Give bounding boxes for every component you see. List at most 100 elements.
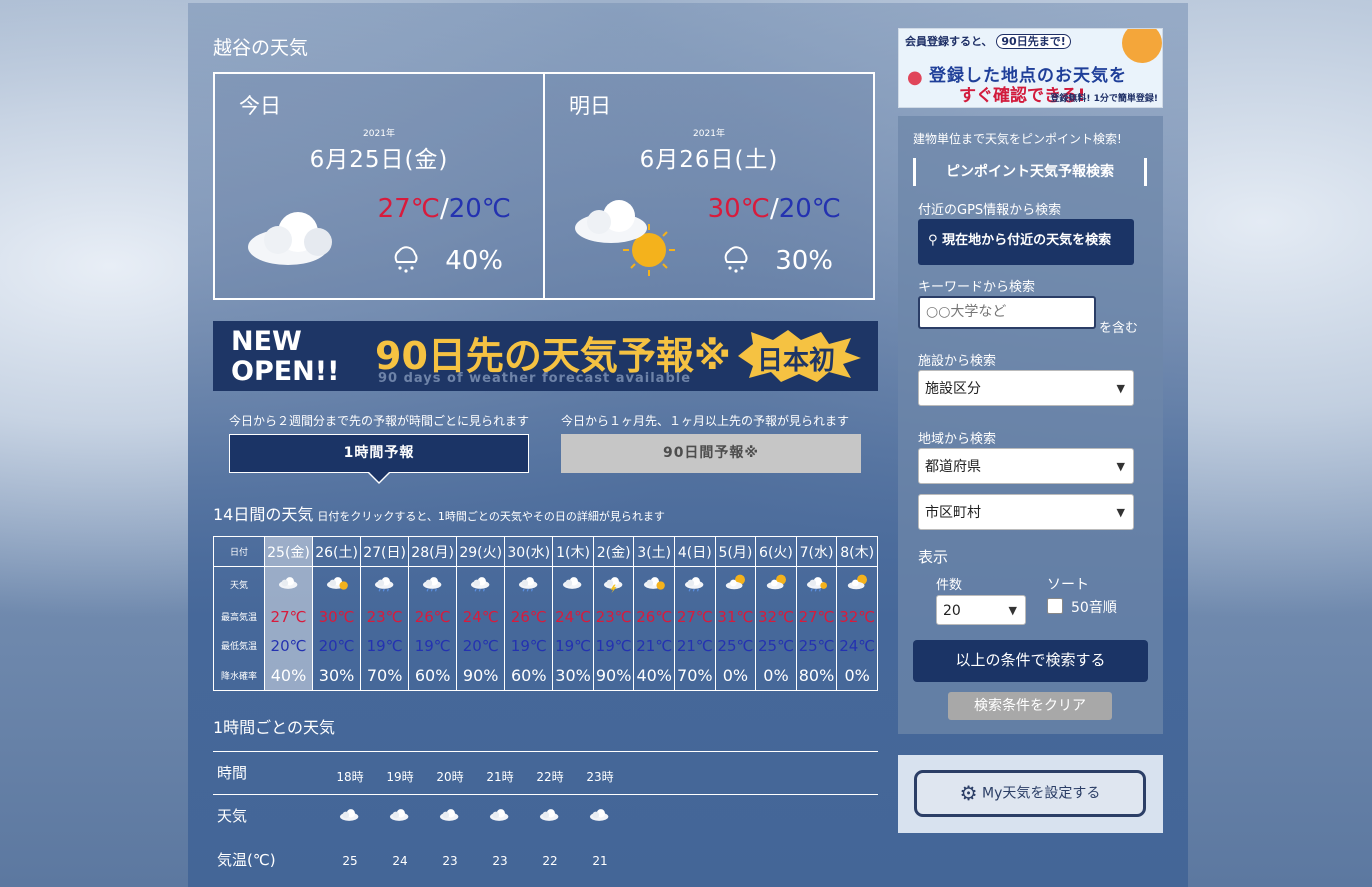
day-low-cell[interactable]: 19℃ (360, 630, 410, 661)
day-weather-cell[interactable] (714, 566, 757, 603)
city-select[interactable]: 市区町村 ▼ (918, 494, 1134, 530)
day-rain-cell[interactable]: 90% (456, 660, 506, 691)
day-high-cell[interactable]: 26℃ (408, 602, 458, 631)
day-weather-cell[interactable] (795, 566, 838, 603)
day-date-cell[interactable]: 28(月) (408, 536, 458, 567)
tomorrow-forecast[interactable]: 明日 2021年 6月26日(土) 30℃/20℃ 30% (543, 72, 875, 300)
90day-forecast-banner[interactable]: NEW OPEN!! 90日先の天気予報※ 90 days of weather… (213, 321, 878, 391)
chevron-down-icon: ▼ (1116, 460, 1125, 473)
day-low-cell[interactable]: 19℃ (592, 630, 635, 661)
day-low-cell[interactable]: 25℃ (795, 630, 838, 661)
day-low-cell[interactable]: 19℃ (504, 630, 554, 661)
day-date-cell[interactable]: 2(金) (592, 536, 635, 567)
count-select[interactable]: 20 ▼ (936, 595, 1026, 625)
day-low-cell[interactable]: 20℃ (312, 630, 362, 661)
day-rain-cell[interactable]: 80% (795, 660, 838, 691)
day-weather-cell[interactable] (674, 566, 716, 603)
day-date-cell[interactable]: 25(金) (263, 536, 314, 567)
hourly-table: 時間 18時 19時 20時 21時 22時 23時 天気 気温(℃) 25 24 23 23 2… (213, 751, 878, 879)
day-low-cell[interactable]: 20℃ (263, 630, 314, 661)
day-rain-cell[interactable]: 90% (592, 660, 635, 691)
day-high-cell[interactable]: 31℃ (714, 602, 757, 631)
row-label-weather: 天気 (213, 566, 265, 603)
day-high-cell[interactable]: 24℃ (552, 602, 594, 631)
day-high-cell[interactable]: 26℃ (633, 602, 676, 631)
day-high-cell[interactable]: 23℃ (592, 602, 635, 631)
tab-hourly-forecast[interactable]: 1時間予報 (229, 434, 529, 473)
day-rain-cell[interactable]: 60% (408, 660, 458, 691)
day-weather-cell[interactable] (836, 566, 878, 603)
day-rain-cell[interactable]: 0% (755, 660, 797, 691)
my-weather-label: My天気を設定する (982, 785, 1101, 802)
day-weather-cell[interactable] (592, 566, 635, 603)
day-rain-cell[interactable]: 70% (674, 660, 716, 691)
facility-select[interactable]: 施設区分 ▼ (918, 370, 1134, 406)
day-high-cell[interactable]: 26℃ (504, 602, 554, 631)
day-date-cell[interactable]: 26(土) (312, 536, 362, 567)
day-date-cell[interactable]: 7(水) (795, 536, 838, 567)
day-date-cell[interactable]: 29(火) (456, 536, 506, 567)
day-high-cell[interactable]: 30℃ (312, 602, 362, 631)
day-low-cell[interactable]: 25℃ (714, 630, 757, 661)
day-high-cell[interactable]: 27℃ (263, 602, 314, 631)
day-rain-cell[interactable]: 0% (836, 660, 878, 691)
day-date-cell[interactable]: 8(木) (836, 536, 878, 567)
prefecture-select[interactable]: 都道府県 ▼ (918, 448, 1134, 484)
day-date-cell[interactable]: 27(日) (360, 536, 410, 567)
day-low-cell[interactable]: 21℃ (633, 630, 676, 661)
day-rain-cell[interactable]: 40% (633, 660, 676, 691)
cloudy-icon (563, 576, 582, 589)
day-high-cell[interactable]: 32℃ (755, 602, 797, 631)
day-weather-cell[interactable] (456, 566, 506, 603)
day-low-cell[interactable]: 25℃ (755, 630, 797, 661)
hour-weather-cell (375, 805, 425, 828)
member-signup-ad[interactable]: 会員登録すると、 90日先まで! ● 登録した地点のお天気を すぐ確認できる! … (898, 28, 1163, 108)
keyword-search-input[interactable]: ○○大学など (918, 296, 1096, 329)
day-weather-cell[interactable] (633, 566, 676, 603)
14day-note: 日付をクリックすると、1時間ごとの天気やその日の詳細が見られます (317, 510, 665, 523)
day-low-cell[interactable]: 19℃ (408, 630, 458, 661)
day-rain-cell[interactable]: 40% (263, 660, 314, 691)
day-date-cell[interactable]: 1(木) (552, 536, 594, 567)
search-submit-button[interactable]: 以上の条件で検索する (913, 640, 1148, 682)
tab-90day-forecast[interactable]: 90日間予報※ (561, 434, 861, 473)
day-date-cell[interactable]: 3(土) (633, 536, 676, 567)
today-forecast[interactable]: 今日 2021年 6月25日(金) 27℃/20℃ 40% (213, 72, 545, 300)
day-weather-cell[interactable] (408, 566, 458, 603)
day-high-cell[interactable]: 27℃ (674, 602, 716, 631)
day-low-cell[interactable]: 20℃ (456, 630, 506, 661)
my-weather-button[interactable]: ⚙ My天気を設定する (914, 770, 1146, 817)
count-select-value: 20 (943, 603, 961, 619)
gps-search-button[interactable]: ⚲ 現在地から付近の天気を検索 (918, 219, 1134, 265)
cloudy-icon (248, 212, 332, 265)
day-rain-cell[interactable]: 30% (312, 660, 362, 691)
day-weather-cell[interactable] (360, 566, 410, 603)
day-rain-cell[interactable]: 0% (714, 660, 757, 691)
day-date-cell[interactable]: 5(月) (714, 536, 757, 567)
cloudy-rain-icon (374, 576, 393, 592)
day-weather-cell[interactable] (504, 566, 554, 603)
sort-50on-checkbox[interactable] (1047, 598, 1063, 614)
day-high-cell[interactable]: 23℃ (360, 602, 410, 631)
day-rain-cell[interactable]: 30% (552, 660, 594, 691)
hour-weather-cell (525, 805, 575, 828)
day-weather-cell[interactable] (755, 566, 797, 603)
day-date-cell[interactable]: 6(火) (755, 536, 797, 567)
day-low-cell[interactable]: 21℃ (674, 630, 716, 661)
day-weather-cell[interactable] (552, 566, 594, 603)
hour-temp-cell: 23 (492, 854, 508, 868)
day-rain-cell[interactable]: 70% (360, 660, 410, 691)
day-date-cell[interactable]: 4(日) (674, 536, 716, 567)
day-high-cell[interactable]: 24℃ (456, 602, 506, 631)
day-high-cell[interactable]: 32℃ (836, 602, 878, 631)
day-weather-cell[interactable] (263, 566, 314, 603)
hour-weather-cell (425, 805, 475, 828)
day-weather-cell[interactable] (312, 566, 362, 603)
day-rain-cell[interactable]: 60% (504, 660, 554, 691)
day-low-cell[interactable]: 19℃ (552, 630, 594, 661)
day-date-cell[interactable]: 30(水) (504, 536, 554, 567)
clear-search-button[interactable]: 検索条件をクリア (948, 692, 1112, 720)
day-high-cell[interactable]: 27℃ (795, 602, 838, 631)
sunny-cloudy-icon (766, 574, 786, 589)
day-low-cell[interactable]: 24℃ (836, 630, 878, 661)
